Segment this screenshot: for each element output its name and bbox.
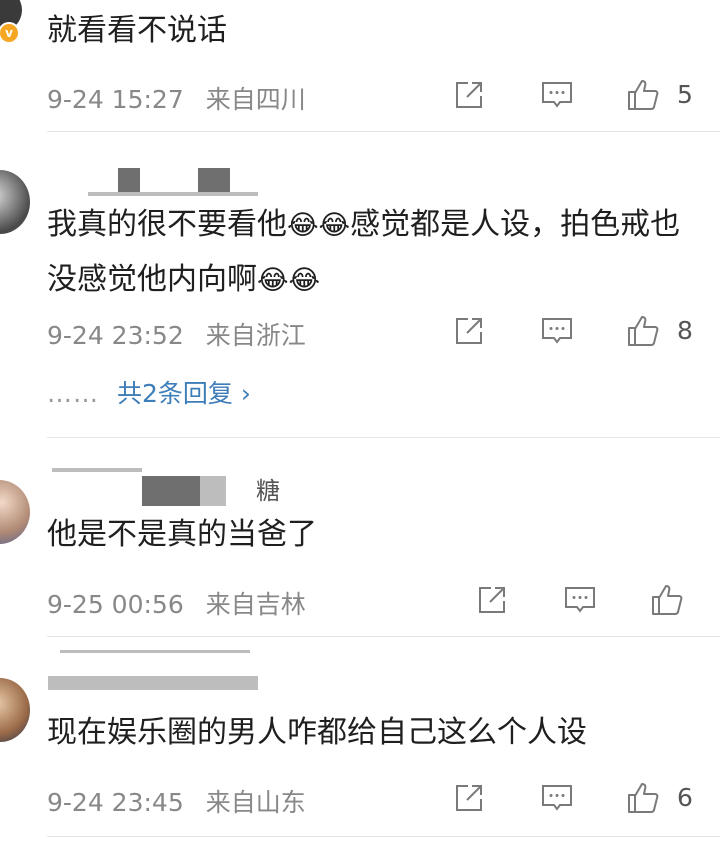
divider — [47, 131, 720, 132]
comment-location: 来自四川 — [205, 85, 306, 114]
divider — [47, 437, 720, 438]
comment-location: 来自山东 — [205, 788, 306, 817]
avatar[interactable] — [0, 678, 30, 742]
divider — [47, 636, 720, 637]
laughing-emoji: 😂😂 — [257, 265, 321, 296]
view-replies-link[interactable]: 共2条回复 › — [117, 379, 251, 408]
comment-icon[interactable] — [563, 583, 597, 617]
avatar[interactable] — [0, 170, 30, 234]
divider — [47, 836, 720, 837]
username-redaction — [48, 676, 258, 690]
username-redaction — [88, 192, 258, 196]
share-icon[interactable] — [452, 781, 486, 815]
username[interactable]: 糖 — [256, 471, 280, 506]
like-count: 6 — [677, 783, 693, 812]
laughing-emoji: 😂😂 — [287, 210, 351, 241]
like-icon[interactable] — [626, 781, 660, 815]
avatar[interactable] — [0, 480, 30, 544]
comment-time: 9-24 23:45 — [47, 788, 184, 817]
comment-time: 9-25 00:56 — [47, 590, 184, 619]
username-redaction — [200, 476, 226, 506]
share-icon[interactable] — [475, 583, 509, 617]
comment-text: 就看看不说话 — [47, 13, 227, 48]
like-count: 5 — [677, 80, 693, 109]
like-icon[interactable] — [626, 314, 660, 348]
username-redaction — [60, 650, 250, 653]
like-icon[interactable] — [626, 78, 660, 112]
comment-text: 他是不是真的当爸了 — [47, 517, 317, 552]
text-segment: 我真的很不要看他 — [47, 207, 287, 242]
comment-text: 现在娱乐圈的男人咋都给自己这么个人设 — [47, 715, 587, 750]
comment-meta: 9-25 00:56 来自吉林 — [47, 585, 306, 621]
share-icon[interactable] — [452, 314, 486, 348]
username-redaction — [142, 476, 200, 506]
like-count: 8 — [677, 316, 693, 345]
comment-meta: 9-24 15:27 来自四川 — [47, 80, 306, 116]
reply-ellipsis: …… — [47, 379, 99, 408]
like-icon[interactable] — [650, 583, 684, 617]
comment-location: 来自浙江 — [205, 321, 306, 350]
share-icon[interactable] — [452, 78, 486, 112]
comment-icon[interactable] — [540, 78, 574, 112]
username-redaction — [52, 468, 142, 472]
comment-text: 我真的很不要看他😂😂感觉都是人设，拍色戒也没感觉他内向啊😂😂 — [47, 198, 697, 308]
comment-location: 来自吉林 — [205, 590, 306, 619]
view-replies[interactable]: …… 共2条回复 › — [47, 374, 251, 410]
comment-meta: 9-24 23:45 来自山东 — [47, 783, 306, 819]
comment-time: 9-24 15:27 — [47, 85, 184, 114]
verified-badge: v — [0, 22, 20, 44]
comment-time: 9-24 23:52 — [47, 321, 184, 350]
comment-meta: 9-24 23:52 来自浙江 — [47, 316, 306, 352]
comment-icon[interactable] — [540, 314, 574, 348]
comment-icon[interactable] — [540, 781, 574, 815]
